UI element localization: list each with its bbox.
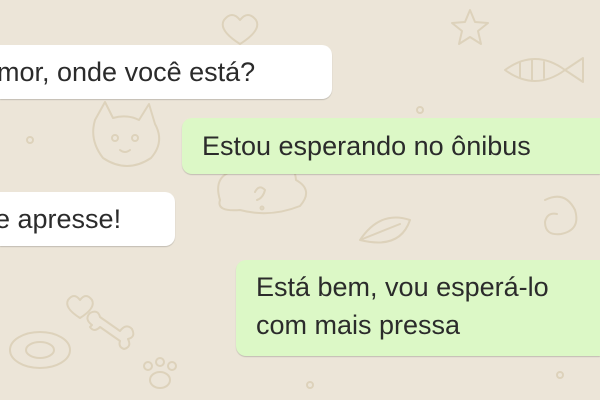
- message-bubble-incoming[interactable]: e apresse!: [0, 192, 175, 246]
- dot-doodle-icon: [306, 381, 314, 389]
- leaf-doodle-icon: [359, 216, 411, 244]
- message-bubble-outgoing[interactable]: Está bem, vou esperá-lo com mais pressa: [236, 260, 600, 356]
- heart-doodle-icon: [221, 14, 259, 45]
- food-doodle-icon: [9, 331, 71, 369]
- paw-doodle-icon: [143, 357, 177, 389]
- message-bubble-outgoing[interactable]: Estou esperando no ônibus: [182, 118, 600, 174]
- dot-doodle-icon: [416, 106, 424, 114]
- message-text: mor, onde você está?: [0, 57, 256, 87]
- message-bubble-incoming[interactable]: mor, onde você está?: [0, 45, 332, 99]
- bone-doodle-icon: [86, 310, 135, 350]
- cat-doodle-icon: [92, 101, 161, 167]
- fish-doodle-icon: [504, 57, 584, 83]
- dot-doodle-icon: [556, 371, 564, 379]
- message-text: e apresse!: [0, 204, 122, 234]
- swirl-doodle-icon: [544, 195, 578, 236]
- message-text: Estou esperando no ônibus: [202, 131, 531, 161]
- dot-doodle-icon: [26, 136, 34, 144]
- star-doodle-icon: [451, 9, 489, 45]
- message-text: Está bem, vou esperá-lo com mais pressa: [256, 272, 549, 340]
